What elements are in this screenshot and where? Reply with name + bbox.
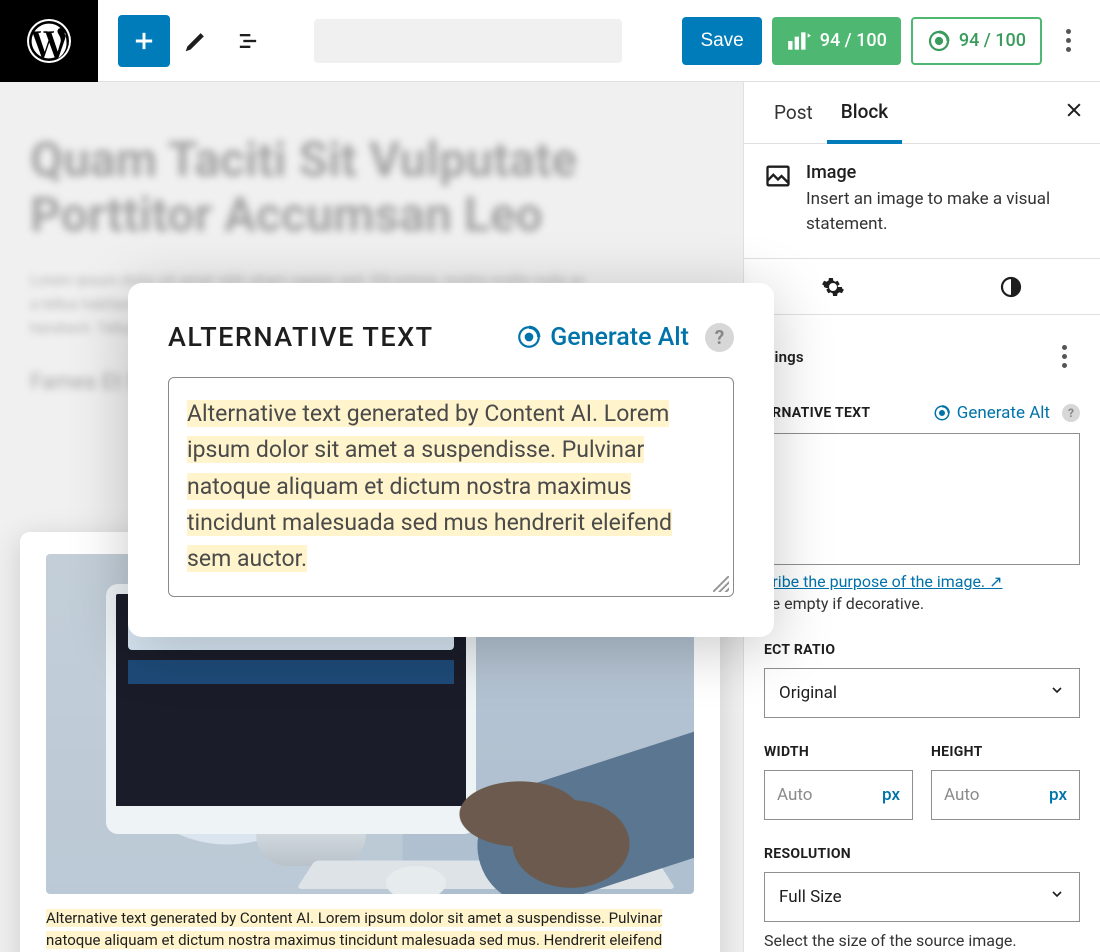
width-input[interactable]: Auto px (764, 770, 913, 820)
sidebar-tabs: Post Block (744, 82, 1100, 144)
tab-post[interactable]: Post (760, 82, 827, 144)
chevron-down-icon (1049, 886, 1065, 907)
save-button[interactable]: Save (682, 17, 761, 65)
width-unit[interactable]: px (882, 785, 900, 805)
aspect-ratio-select[interactable]: Original (764, 668, 1080, 718)
close-sidebar-button[interactable] (1064, 100, 1084, 126)
post-title[interactable]: Quam Taciti Sit Vulputate Porttitor Accu… (30, 132, 713, 242)
tab-block[interactable]: Block (827, 82, 902, 144)
height-label: HEIGHT (931, 744, 1080, 760)
popup-help-icon[interactable]: ? (705, 323, 734, 352)
help-icon[interactable]: ? (1062, 404, 1080, 422)
resolution-helper: Select the size of the source image. (764, 930, 1080, 952)
block-description: Insert an image to make a visual stateme… (806, 187, 1080, 236)
popup-alt-textarea[interactable]: Alternative text generated by Content AI… (168, 377, 734, 597)
aspect-ratio-label: ECT RATIO (764, 642, 1080, 658)
toolbar-left (118, 15, 274, 67)
seo-score-badge[interactable]: 94 / 100 (772, 17, 901, 65)
width-label: WIDTH (764, 744, 913, 760)
block-name: Image (806, 162, 1080, 183)
chevron-down-icon (1049, 682, 1065, 703)
seo-score-text: 94 / 100 (820, 30, 887, 51)
popup-title: ALTERNATIVE TEXT (168, 321, 434, 353)
editor-topbar: Save 94 / 100 94 / 100 (0, 0, 1100, 82)
alt-text-label: ERNATIVE TEXT (764, 405, 870, 421)
generate-alt-link-small[interactable]: Generate Alt ? (933, 403, 1080, 423)
height-unit[interactable]: px (1049, 785, 1067, 805)
block-header: Image Insert an image to make a visual s… (744, 144, 1100, 259)
height-input[interactable]: Auto px (931, 770, 1080, 820)
more-options-button[interactable] (1052, 17, 1084, 65)
panel-options-button[interactable] (1048, 333, 1080, 381)
alt-text-helper: cribe the purpose of the image. ↗ ve emp… (764, 571, 1080, 616)
resolution-select[interactable]: Full Size (764, 872, 1080, 922)
image-caption[interactable]: Alternative text generated by Content AI… (46, 908, 694, 952)
resolution-label: RESOLUTION (764, 846, 1080, 862)
content-ai-score-text: 94 / 100 (959, 30, 1026, 51)
edit-icon[interactable] (170, 15, 222, 67)
outline-icon[interactable] (222, 15, 274, 67)
alt-text-textarea[interactable] (764, 433, 1080, 565)
add-block-button[interactable] (118, 15, 170, 67)
contrast-icon[interactable] (999, 275, 1023, 299)
toolbar-right: Save 94 / 100 94 / 100 (682, 17, 1100, 65)
alt-purpose-link[interactable]: cribe the purpose of the image. ↗ (764, 572, 1003, 591)
block-style-tabs (744, 259, 1100, 315)
alt-text-popup: ALTERNATIVE TEXT Generate Alt ? Alternat… (128, 283, 774, 637)
settings-panel: ttings ERNATIVE TEXT Generate Alt ? crib… (744, 315, 1100, 952)
image-icon (764, 162, 792, 190)
generate-alt-button[interactable]: Generate Alt (516, 323, 689, 352)
content-ai-score-badge[interactable]: 94 / 100 (911, 17, 1042, 65)
textarea-resizer[interactable] (713, 576, 729, 592)
block-search-input[interactable] (314, 19, 622, 63)
gear-icon[interactable] (821, 275, 845, 299)
wordpress-logo[interactable] (0, 0, 98, 82)
settings-sidebar: Post Block Image Insert an image to make… (743, 82, 1100, 952)
